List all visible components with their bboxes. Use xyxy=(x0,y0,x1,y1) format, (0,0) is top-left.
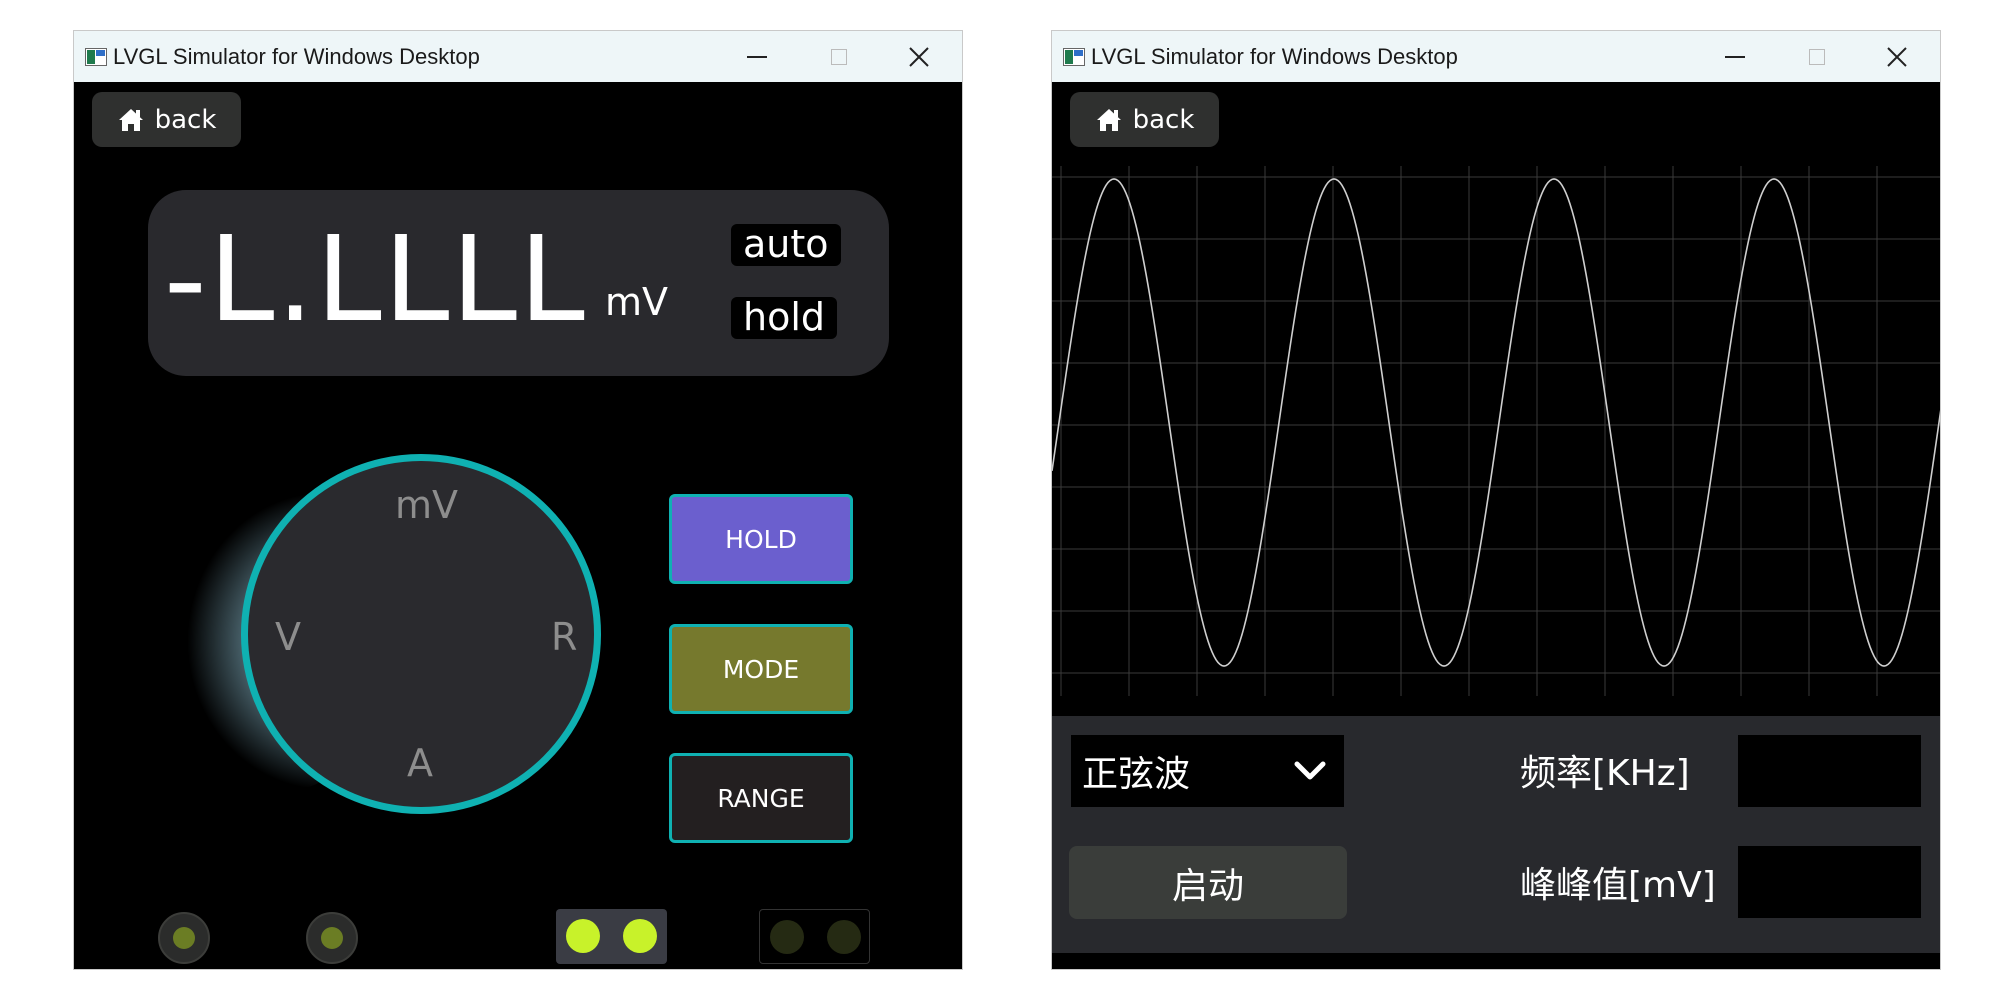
led-on-1 xyxy=(566,919,600,953)
led-on-2 xyxy=(623,919,657,953)
dial-label-a: A xyxy=(407,741,433,785)
home-icon xyxy=(118,108,143,131)
maximize-button[interactable] xyxy=(804,31,874,82)
maximize-icon xyxy=(1809,48,1825,65)
scope-grid xyxy=(1052,166,1940,696)
measurement-unit: mV xyxy=(605,280,669,324)
close-icon xyxy=(1887,46,1907,67)
dial-label-r: R xyxy=(551,615,578,659)
hold-button[interactable]: HOLD xyxy=(669,494,853,584)
signal-generator-window: LVGL Simulator for Windows Desktop back … xyxy=(1051,30,1941,970)
maximize-button[interactable] xyxy=(1782,31,1852,82)
status-led-2 xyxy=(306,912,358,964)
minimize-icon xyxy=(1725,55,1745,58)
frequency-input[interactable] xyxy=(1738,735,1921,807)
minimize-icon xyxy=(747,55,767,58)
title-bar: LVGL Simulator for Windows Desktop xyxy=(1052,31,1940,82)
mode-dial[interactable]: mV V R A xyxy=(154,451,601,871)
mode-button[interactable]: MODE xyxy=(669,624,853,714)
back-label: back xyxy=(1132,104,1195,135)
led-pair-on xyxy=(556,909,667,964)
waveform-display xyxy=(1052,166,1940,696)
app-icon xyxy=(1063,47,1085,66)
range-button[interactable]: RANGE xyxy=(669,753,853,843)
minimize-button[interactable] xyxy=(722,31,792,82)
home-icon xyxy=(1096,108,1121,131)
waveform-select[interactable]: 正弦波 xyxy=(1071,735,1344,807)
start-button[interactable]: 启动 xyxy=(1069,846,1347,919)
led-off-2 xyxy=(827,920,861,954)
auto-indicator: auto xyxy=(731,224,841,266)
back-button[interactable]: back xyxy=(1070,92,1219,147)
waveform-select-value: 正弦波 xyxy=(1082,754,1191,795)
control-panel: 正弦波 启动 频率[KHz] 峰峰值[mV] xyxy=(1052,716,1940,953)
back-button[interactable]: back xyxy=(92,92,241,147)
window-title: LVGL Simulator for Windows Desktop xyxy=(1091,43,1458,69)
dial-label-mv: mV xyxy=(395,483,459,527)
led-off-1 xyxy=(770,920,804,954)
measurement-reading: -L.LLLL xyxy=(164,210,587,348)
peak-to-peak-input[interactable] xyxy=(1738,846,1921,918)
peak-to-peak-label: 峰峰值[mV] xyxy=(1520,865,1716,906)
led-pair-off xyxy=(759,909,870,964)
hold-indicator: hold xyxy=(731,297,838,339)
title-bar: LVGL Simulator for Windows Desktop xyxy=(74,31,962,82)
reading-display: -L.LLLL mV auto hold xyxy=(148,190,889,376)
chevron-down-icon xyxy=(1294,761,1326,780)
signal-generator-screen: back 正弦波 启动 频率[KHz] 峰峰值[mV] xyxy=(1052,82,1940,969)
sine-waveform xyxy=(1052,178,1940,667)
close-icon xyxy=(909,46,929,67)
frequency-label: 频率[KHz] xyxy=(1520,753,1690,794)
close-button[interactable] xyxy=(1862,31,1932,82)
multimeter-screen: back -L.LLLL mV auto hold mV V R A HOLD … xyxy=(74,82,962,969)
close-button[interactable] xyxy=(884,31,954,82)
dial-label-v: V xyxy=(275,615,301,659)
window-title: LVGL Simulator for Windows Desktop xyxy=(113,43,480,69)
back-label: back xyxy=(154,104,217,135)
maximize-icon xyxy=(831,48,847,65)
app-icon xyxy=(85,47,107,66)
multimeter-window: LVGL Simulator for Windows Desktop back … xyxy=(73,30,963,970)
status-led-1 xyxy=(158,912,210,964)
minimize-button[interactable] xyxy=(1700,31,1770,82)
